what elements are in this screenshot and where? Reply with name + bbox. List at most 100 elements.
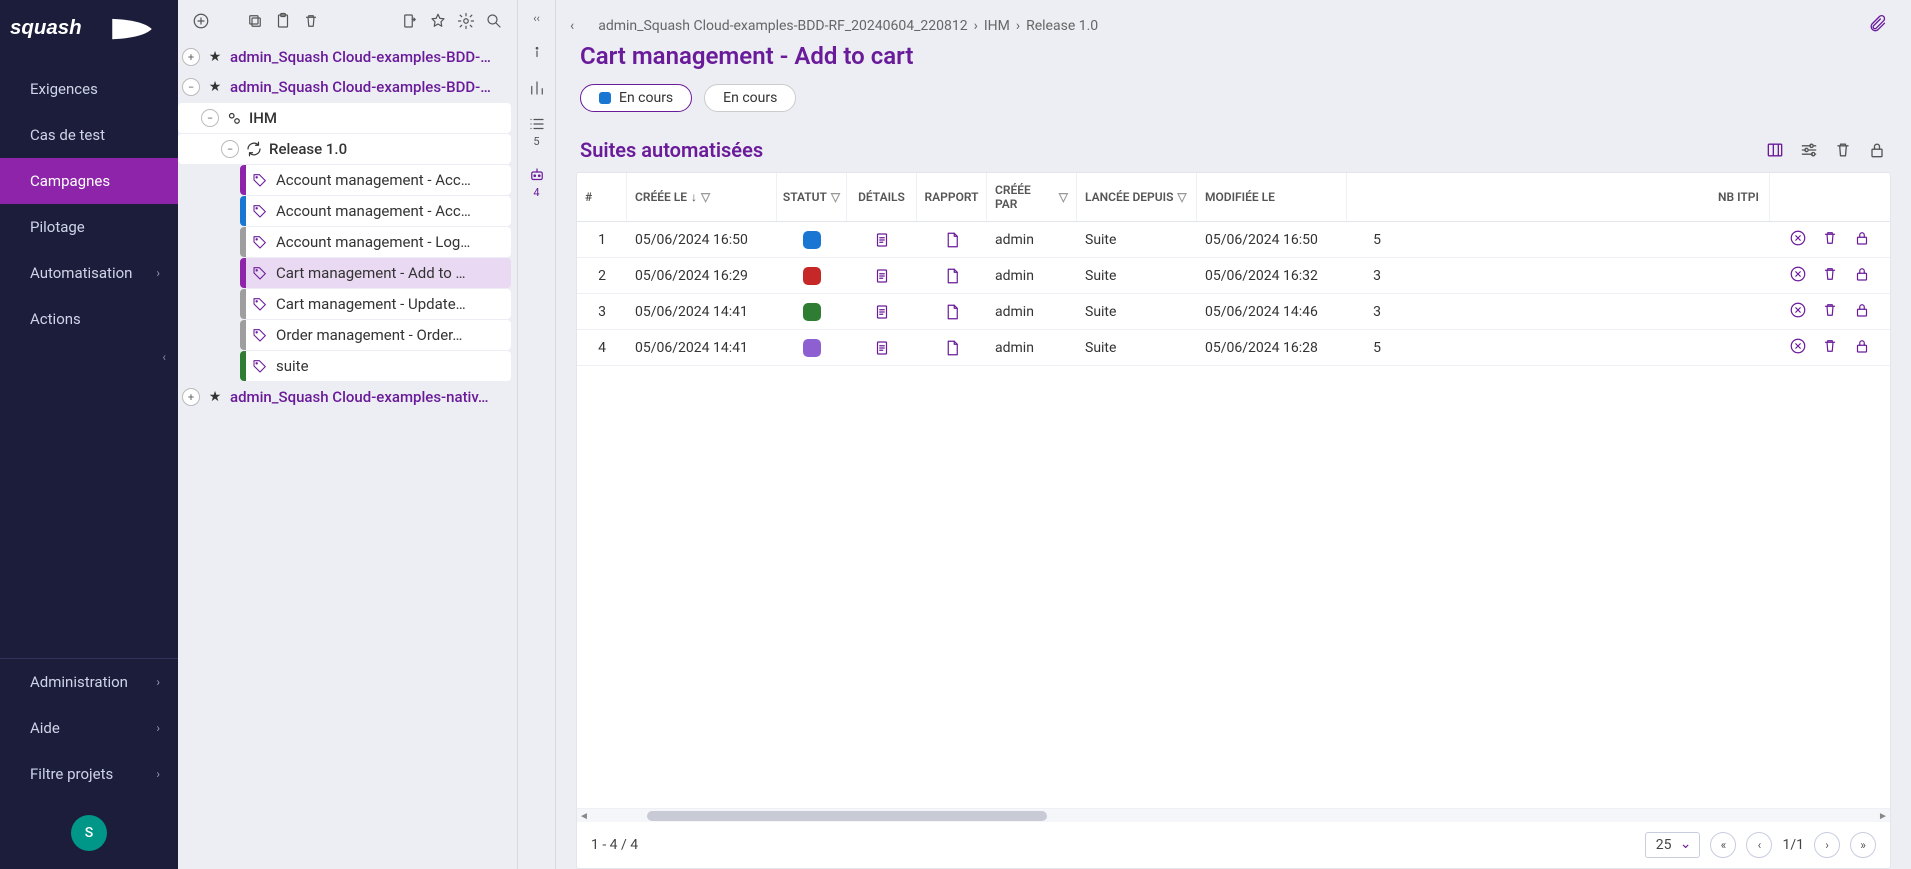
page-size-select[interactable]: 25 bbox=[1645, 832, 1701, 858]
settings-grid-button[interactable] bbox=[1799, 140, 1819, 160]
breadcrumb-link[interactable]: Release 1.0 bbox=[1026, 18, 1098, 34]
delete-button[interactable] bbox=[300, 10, 322, 32]
scroll-left-button[interactable]: ◄ bbox=[577, 809, 591, 823]
tree-folder-ihm[interactable]: − IHM bbox=[178, 103, 511, 133]
table-row[interactable]: 405/06/2024 14:41adminSuite05/06/2024 16… bbox=[577, 330, 1890, 366]
row-cancel-button[interactable] bbox=[1789, 229, 1807, 251]
nav-filtre-projets[interactable]: Filtre projets › bbox=[0, 751, 178, 797]
cell-details-button[interactable] bbox=[847, 231, 917, 249]
expand-toggle[interactable]: + bbox=[182, 388, 200, 406]
col-index[interactable]: # bbox=[577, 173, 627, 221]
tree-project[interactable]: + ★ admin_Squash Cloud-examples-BDD-… bbox=[178, 42, 517, 72]
nav-exigences[interactable]: Exigences bbox=[0, 66, 178, 112]
pager-prev-button[interactable]: ‹ bbox=[1746, 832, 1772, 858]
paste-button[interactable] bbox=[272, 10, 294, 32]
filter-icon[interactable]: ▽ bbox=[1177, 190, 1186, 204]
tree-iteration[interactable]: Account management - Acc… bbox=[240, 196, 511, 226]
copy-button[interactable] bbox=[244, 10, 266, 32]
list-tab[interactable]: 5 bbox=[523, 115, 551, 148]
settings-button[interactable] bbox=[455, 10, 477, 32]
robot-tab[interactable]: 4 bbox=[523, 166, 551, 199]
user-avatar[interactable]: S bbox=[71, 815, 107, 851]
row-delete-button[interactable] bbox=[1821, 301, 1839, 323]
pager-next-button[interactable]: › bbox=[1814, 832, 1840, 858]
export-button[interactable] bbox=[399, 10, 421, 32]
col-status[interactable]: STATUT ▽ bbox=[777, 173, 847, 221]
nav-campagnes[interactable]: Campagnes bbox=[0, 158, 178, 204]
collapse-detail-button[interactable]: ‹‹ bbox=[523, 12, 551, 25]
tree-iteration[interactable]: Cart management - Update… bbox=[240, 289, 511, 319]
cell-report-button[interactable] bbox=[917, 231, 987, 249]
row-cancel-button[interactable] bbox=[1789, 301, 1807, 323]
filter-icon[interactable]: ▽ bbox=[701, 190, 710, 204]
col-details[interactable]: DÉTAILS bbox=[847, 173, 917, 221]
cell-report-button[interactable] bbox=[917, 303, 987, 321]
collapse-toggle[interactable]: − bbox=[221, 140, 239, 158]
tree-iteration[interactable]: Account management - Log… bbox=[240, 227, 511, 257]
favorite-button[interactable] bbox=[427, 10, 449, 32]
attachment-button[interactable] bbox=[1867, 14, 1887, 38]
nav-actions[interactable]: Actions bbox=[0, 296, 178, 342]
nav-administration[interactable]: Administration › bbox=[0, 659, 178, 705]
breadcrumb-link[interactable]: admin_Squash Cloud-examples-BDD-RF_20240… bbox=[598, 18, 967, 34]
tree-iteration[interactable]: Account management - Acc… bbox=[240, 165, 511, 195]
pager-first-button[interactable]: « bbox=[1710, 832, 1736, 858]
nav-aide[interactable]: Aide › bbox=[0, 705, 178, 751]
nav-cas-de-test[interactable]: Cas de test bbox=[0, 112, 178, 158]
row-cancel-button[interactable] bbox=[1789, 265, 1807, 287]
nav-pilotage[interactable]: Pilotage bbox=[0, 204, 178, 250]
expand-toggle[interactable]: + bbox=[182, 48, 200, 66]
status-pill-primary[interactable]: En cours bbox=[580, 84, 692, 112]
tree-iteration[interactable]: Order management - Order… bbox=[240, 320, 511, 350]
tree-iteration[interactable]: Cart management - Add to … bbox=[240, 258, 511, 288]
nav-automatisation[interactable]: Automatisation › bbox=[0, 250, 178, 296]
lock-grid-button[interactable] bbox=[1867, 140, 1887, 160]
row-lock-button[interactable] bbox=[1853, 337, 1871, 359]
collapse-sidebar-button[interactable]: ‹ bbox=[0, 342, 178, 372]
cell-report-button[interactable] bbox=[917, 267, 987, 285]
tree-iteration[interactable]: suite bbox=[240, 351, 511, 381]
tree-project[interactable]: + ★ admin_Squash Cloud-examples-nativ… bbox=[178, 382, 517, 412]
columns-button[interactable] bbox=[1765, 140, 1785, 160]
collapse-toggle[interactable]: − bbox=[201, 109, 219, 127]
cell-report-button[interactable] bbox=[917, 339, 987, 357]
info-tab[interactable] bbox=[523, 43, 551, 61]
tree-release[interactable]: − Release 1.0 bbox=[178, 134, 511, 164]
scroll-thumb[interactable] bbox=[647, 811, 1047, 821]
add-button[interactable] bbox=[190, 10, 212, 32]
pager-last-button[interactable]: » bbox=[1850, 832, 1876, 858]
row-lock-button[interactable] bbox=[1853, 301, 1871, 323]
col-created[interactable]: CRÉÉE LE ↓ ▽ bbox=[627, 173, 777, 221]
collapse-toggle[interactable]: − bbox=[182, 78, 200, 96]
col-modified[interactable]: MODIFIÉE LE bbox=[1197, 173, 1347, 221]
filter-icon[interactable]: ▽ bbox=[1059, 190, 1068, 204]
page-title: Cart management - Add to cart bbox=[556, 38, 1911, 84]
row-lock-button[interactable] bbox=[1853, 229, 1871, 251]
breadcrumb-link[interactable]: IHM bbox=[984, 18, 1010, 34]
back-button[interactable]: ‹ bbox=[570, 18, 574, 34]
col-itpi[interactable]: NB ITPI bbox=[1710, 173, 1770, 221]
row-cancel-button[interactable] bbox=[1789, 337, 1807, 359]
search-button[interactable] bbox=[483, 10, 505, 32]
table-row[interactable]: 105/06/2024 16:50adminSuite05/06/2024 16… bbox=[577, 222, 1890, 258]
col-by[interactable]: CRÉÉE PAR ▽ bbox=[987, 173, 1077, 221]
row-lock-button[interactable] bbox=[1853, 265, 1871, 287]
scroll-right-button[interactable]: ► bbox=[1876, 809, 1890, 823]
tree-project[interactable]: − ★ admin_Squash Cloud-examples-BDD-… bbox=[178, 72, 517, 102]
col-from[interactable]: LANCÉE DEPUIS ▽ bbox=[1077, 173, 1197, 221]
table-row[interactable]: 205/06/2024 16:29adminSuite05/06/2024 16… bbox=[577, 258, 1890, 294]
row-delete-button[interactable] bbox=[1821, 229, 1839, 251]
chart-tab[interactable] bbox=[523, 79, 551, 97]
delete-grid-button[interactable] bbox=[1833, 140, 1853, 160]
cell-details-button[interactable] bbox=[847, 303, 917, 321]
status-pill-secondary[interactable]: En cours bbox=[704, 84, 796, 112]
tag-icon bbox=[250, 172, 270, 188]
filter-icon[interactable]: ▽ bbox=[831, 190, 840, 204]
col-report[interactable]: RAPPORT bbox=[917, 173, 987, 221]
cell-details-button[interactable] bbox=[847, 267, 917, 285]
horizontal-scrollbar[interactable]: ◄ ► bbox=[577, 808, 1890, 822]
table-row[interactable]: 305/06/2024 14:41adminSuite05/06/2024 14… bbox=[577, 294, 1890, 330]
row-delete-button[interactable] bbox=[1821, 337, 1839, 359]
row-delete-button[interactable] bbox=[1821, 265, 1839, 287]
cell-details-button[interactable] bbox=[847, 339, 917, 357]
